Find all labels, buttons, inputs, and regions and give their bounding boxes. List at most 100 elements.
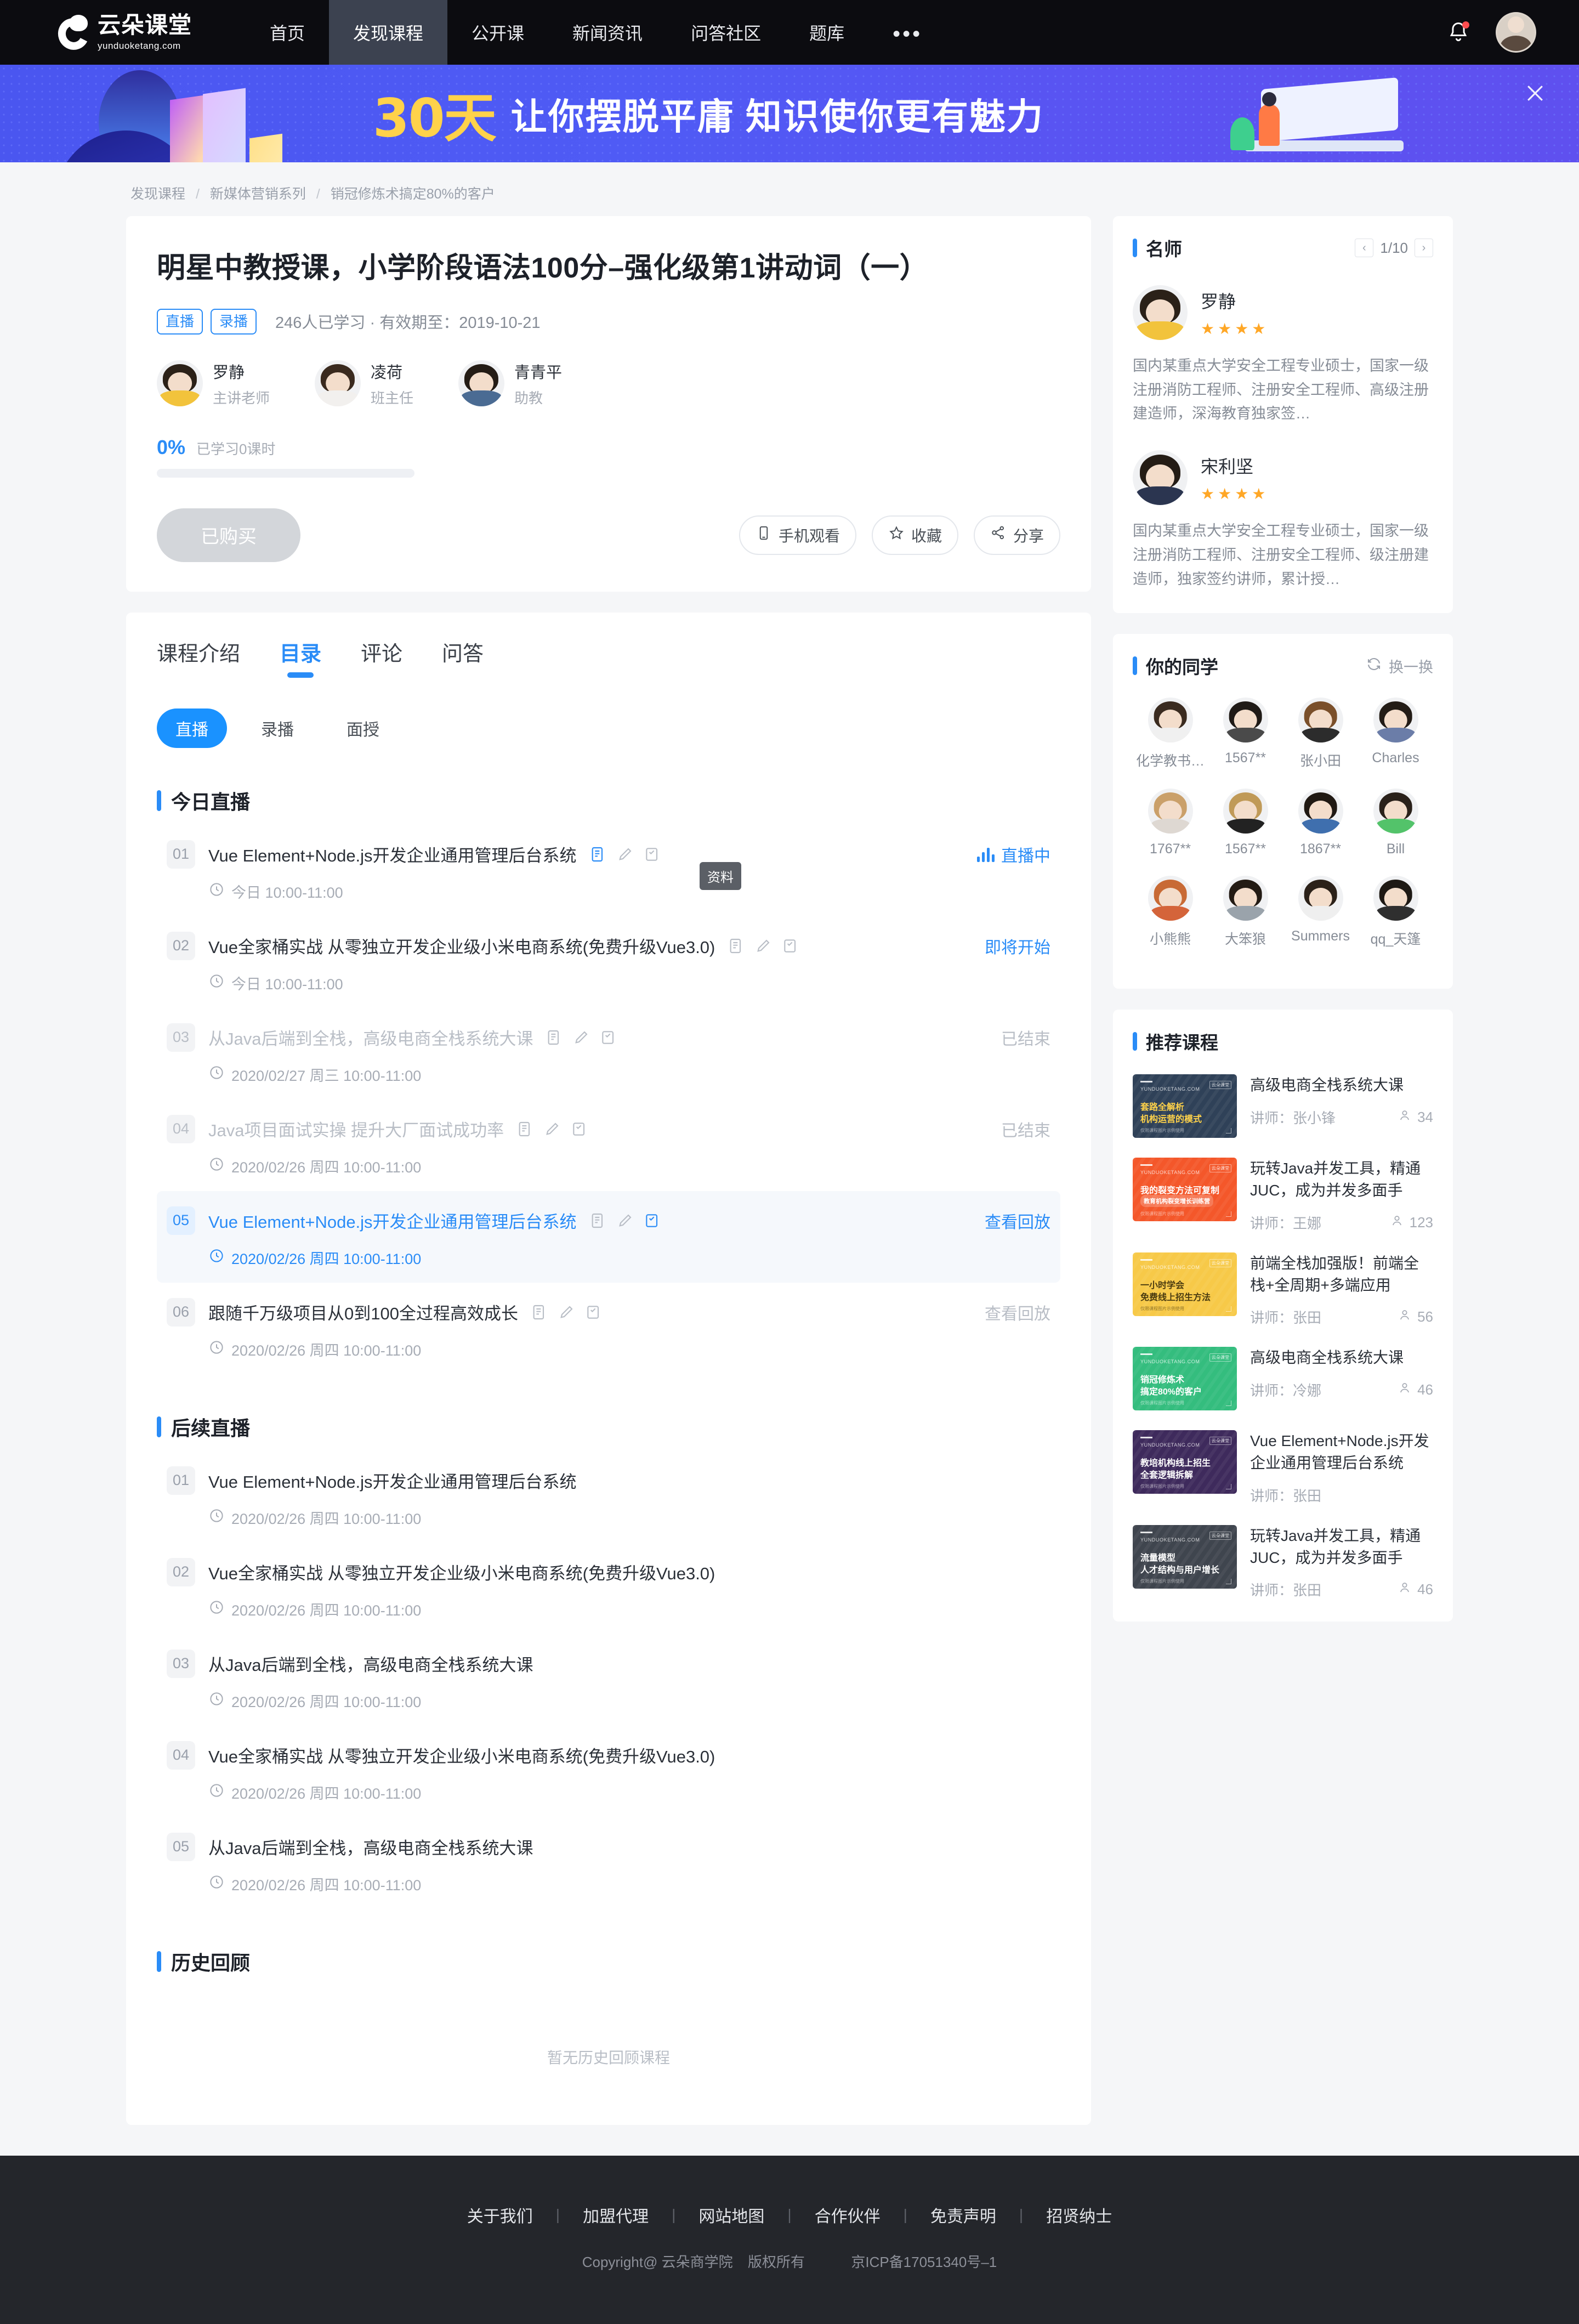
- lesson-row[interactable]: 06 跟随千万级项目从0到100全过程高效成长 查看回放 2020/02/26 …: [157, 1283, 1060, 1374]
- breadcrumb-item-3[interactable]: 销冠修炼术搞定80%的客户: [331, 186, 495, 202]
- lesson-row[interactable]: 03 从Java后端到全栈，高级电商全栈系统大课 2020/02/26 周四 1…: [157, 1634, 1060, 1726]
- nav-item-home[interactable]: 首页: [246, 0, 329, 65]
- icp-text[interactable]: 京ICP备17051340号–1: [851, 2254, 997, 2270]
- lesson-row[interactable]: 01 Vue Element+Node.js开发企业通用管理后台系统 2020/…: [157, 1451, 1060, 1543]
- chevron-right-icon[interactable]: ›: [1415, 239, 1433, 257]
- list-item[interactable]: Summers: [1283, 876, 1358, 948]
- course-teacher-2[interactable]: 凌荷 班主任: [315, 360, 413, 407]
- list-item[interactable]: YUNDUOKETANG.COM 云朵课堂 教培机构线上招生 全套逻辑拆解 仅限…: [1133, 1430, 1433, 1505]
- notification-bell-icon[interactable]: [1446, 20, 1470, 44]
- lesson-status[interactable]: 即将开始: [985, 934, 1050, 958]
- lesson-row[interactable]: 02 Vue全家桶实战 从零独立开发企业级小米电商系统(免费升级Vue3.0) …: [157, 1543, 1060, 1634]
- footer-link-agency[interactable]: 加盟代理: [560, 2203, 672, 2227]
- famous-teacher-item[interactable]: 宋利坚 ★★★★ 国内某重点大学安全工程专业硕士，国家一级注册消防工程师、注册安…: [1133, 450, 1433, 591]
- material-icon[interactable]: [589, 1212, 606, 1229]
- thumb-line-1: 流量模型: [1140, 1553, 1176, 1563]
- breadcrumb-item-2[interactable]: 新媒体营销系列: [210, 186, 306, 202]
- user-avatar[interactable]: [1496, 12, 1536, 53]
- thumb-badge: 云朵课堂: [1209, 1164, 1231, 1173]
- nav-item-qa-community[interactable]: 问答社区: [667, 0, 785, 65]
- filter-pill-offline[interactable]: 面授: [328, 708, 398, 748]
- lesson-row[interactable]: 02 Vue全家桶实战 从零独立开发企业级小米电商系统(免费升级Vue3.0) …: [157, 916, 1060, 1008]
- footer-link-careers[interactable]: 招贤纳士: [1023, 2203, 1135, 2227]
- nav-item-news[interactable]: 新闻资讯: [548, 0, 667, 65]
- list-item[interactable]: YUNDUOKETANG.COM 云朵课堂 一小时学会 免费线上招生方法 仅限课…: [1133, 1252, 1433, 1328]
- close-icon[interactable]: [1523, 81, 1547, 105]
- list-item[interactable]: qq_天篷: [1358, 876, 1433, 948]
- lesson-status[interactable]: 查看回放: [985, 1300, 1050, 1324]
- tab-catalog[interactable]: 目录: [280, 637, 321, 677]
- watch-on-phone-button[interactable]: 手机观看: [739, 515, 856, 555]
- list-item[interactable]: 小熊熊: [1133, 876, 1208, 948]
- footer-link-about[interactable]: 关于我们: [444, 2203, 556, 2227]
- tab-course-intro[interactable]: 课程介绍: [157, 637, 240, 677]
- list-item[interactable]: YUNDUOKETANG.COM 云朵课堂 流量模型 人才结构与用户增长 仅限课…: [1133, 1524, 1433, 1600]
- filter-pill-recorded[interactable]: 录播: [242, 708, 313, 748]
- homework-icon[interactable]: [754, 937, 772, 955]
- lesson-row[interactable]: 05 从Java后端到全栈，高级电商全栈系统大课 2020/02/26 周四 1…: [157, 1817, 1060, 1909]
- favorite-button[interactable]: 收藏: [871, 515, 958, 555]
- list-item[interactable]: Bill: [1358, 789, 1433, 857]
- lesson-row[interactable]: 01 Vue Element+Node.js开发企业通用管理后台系统 直播中 今…: [157, 825, 1060, 916]
- lesson-title: 从Java后端到全栈，高级电商全栈系统大课: [208, 1029, 533, 1048]
- homework-icon[interactable]: [616, 846, 634, 863]
- homework-icon[interactable]: [616, 1212, 634, 1229]
- course-teacher-3[interactable]: 青青平 助教: [458, 360, 562, 407]
- lesson-status[interactable]: 直播中: [977, 842, 1050, 866]
- list-item[interactable]: 1567**: [1208, 698, 1283, 770]
- material-icon[interactable]: [530, 1303, 548, 1321]
- exam-icon[interactable]: [600, 1029, 617, 1046]
- homework-icon[interactable]: [543, 1120, 561, 1138]
- lesson-status[interactable]: 查看回放: [985, 1209, 1050, 1233]
- breadcrumb-item-1[interactable]: 发现课程: [130, 186, 185, 202]
- lesson-row[interactable]: 04 Vue全家桶实战 从零独立开发企业级小米电商系统(免费升级Vue3.0) …: [157, 1726, 1060, 1817]
- nav-item-open-class[interactable]: 公开课: [447, 0, 548, 65]
- nav-item-question-bank[interactable]: 题库: [785, 0, 868, 65]
- enrolled-count: 46: [1398, 1381, 1433, 1399]
- list-item[interactable]: 化学教书…: [1133, 698, 1208, 770]
- list-item[interactable]: YUNDUOKETANG.COM 云朵课堂 销冠修炼术 搞定80%的客户 仅限课…: [1133, 1347, 1433, 1411]
- footer-link-disclaimer[interactable]: 免责声明: [907, 2203, 1019, 2227]
- purchased-button[interactable]: 已购买: [157, 508, 300, 562]
- refresh-classmates-button[interactable]: 换一换: [1366, 655, 1433, 677]
- list-item[interactable]: 1567**: [1208, 789, 1283, 857]
- famous-teacher-item[interactable]: 罗静 ★★★★ 国内某重点大学安全工程专业硕士，国家一级注册消防工程师、注册安全…: [1133, 285, 1433, 426]
- list-item[interactable]: Charles: [1358, 698, 1433, 770]
- exam-icon[interactable]: [644, 1212, 661, 1229]
- homework-icon[interactable]: [558, 1303, 575, 1321]
- lesson-time: 2020/02/27 周三 10:00-11:00: [208, 1064, 1050, 1085]
- promo-banner[interactable]: 30天 让你摆脱平庸 知识使你更有魅力: [0, 65, 1579, 162]
- list-item[interactable]: YUNDUOKETANG.COM 云朵课堂 套路全解析 机构运营的模式 仅限课程…: [1133, 1074, 1433, 1138]
- tab-qa[interactable]: 问答: [442, 637, 484, 677]
- exam-icon[interactable]: [782, 937, 799, 955]
- lesson-row[interactable]: 05 Vue Element+Node.js开发企业通用管理后台系统 查看回放: [157, 1191, 1060, 1283]
- nav-item-more[interactable]: •••: [868, 0, 946, 65]
- list-item[interactable]: 1867**: [1283, 789, 1358, 857]
- list-item[interactable]: YUNDUOKETANG.COM 云朵课堂 我的裂变方法可复制 教育机构裂变增长…: [1133, 1158, 1433, 1233]
- list-item[interactable]: 大笨狼: [1208, 876, 1283, 948]
- footer-link-sitemap[interactable]: 网站地图: [675, 2203, 787, 2227]
- lesson-title: Java项目面试实操 提升大厂面试成功率: [208, 1121, 504, 1140]
- material-icon[interactable]: [727, 937, 745, 955]
- lesson-time-label: 2020/02/26 周四 10:00-11:00: [231, 1342, 422, 1359]
- teacher-name: 青青平: [514, 364, 563, 382]
- exam-icon[interactable]: [585, 1303, 603, 1321]
- nav-item-discover-courses[interactable]: 发现课程: [329, 0, 448, 65]
- filter-pill-live[interactable]: 直播: [157, 708, 227, 748]
- material-icon[interactable]: [516, 1120, 533, 1138]
- chevron-left-icon[interactable]: ‹: [1355, 239, 1374, 257]
- exam-icon[interactable]: [571, 1120, 588, 1138]
- list-item[interactable]: 张小田: [1283, 698, 1358, 770]
- tab-comments[interactable]: 评论: [361, 637, 402, 677]
- share-button[interactable]: 分享: [973, 515, 1060, 555]
- lesson-row[interactable]: 04 Java项目面试实操 提升大厂面试成功率 已结束 2020/02/26 周…: [157, 1099, 1060, 1191]
- site-logo[interactable]: 云朵课堂 yunduoketang.com: [54, 0, 214, 65]
- material-icon[interactable]: [545, 1029, 563, 1046]
- exam-icon[interactable]: [644, 846, 661, 863]
- homework-icon[interactable]: [572, 1029, 590, 1046]
- material-icon[interactable]: [589, 846, 606, 863]
- course-teacher-1[interactable]: 罗静 主讲老师: [157, 360, 270, 407]
- footer-link-partners[interactable]: 合作伙伴: [792, 2203, 904, 2227]
- lesson-row[interactable]: 03 从Java后端到全栈，高级电商全栈系统大课 已结束 2020/02/27 …: [157, 1008, 1060, 1099]
- list-item[interactable]: 1767**: [1133, 789, 1208, 857]
